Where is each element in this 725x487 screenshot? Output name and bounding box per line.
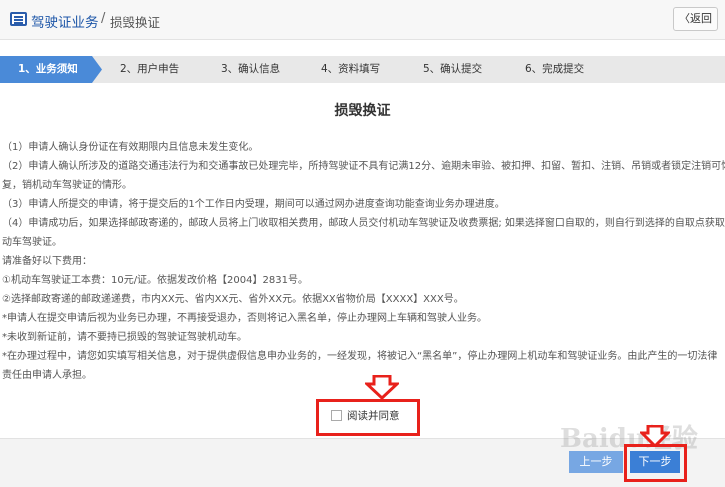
next-highlight: [624, 444, 687, 482]
breadcrumb[interactable]: 损毁换证: [110, 12, 160, 31]
down-arrow-annotation-icon: [640, 425, 670, 447]
notice-line: （4）申请成功后，如果选择邮政寄递的，邮政人员将上门收取相关费用，邮政人员交付机…: [2, 218, 725, 229]
notice-line: *在办理过程中，请您如实填写相关信息，对于提供虚假信息申办业务的，一经发现，将被…: [2, 351, 718, 362]
step-business-notice: 1、业务须知: [18, 63, 78, 75]
progress-steps: 1、业务须知 2、用户申告 3、确认信息 4、资料填写 5、确认提交 6、完成提…: [0, 56, 725, 83]
page-header: 驾驶证业务 / 损毁换证 〈返回: [0, 0, 725, 40]
notice-line: *未收到新证前，请不要持已损毁的驾驶证驾驶机动车。: [2, 332, 247, 343]
agree-checkbox[interactable]: [331, 410, 342, 421]
notice-line: 责任由申请人承担。: [2, 370, 92, 381]
fee-item: ②选择邮政寄递的邮政递递费，市内XX元、省内XX元、省外XX元。依据XX省物价局…: [2, 294, 464, 305]
fee-item: ①机动车驾驶证工本费：10元/证。依据发改价格【2004】2831号。: [2, 275, 308, 286]
notice-line: （2）申请人确认所涉及的道路交通违法行为和交通事故已处理完毕，所持驾驶证不具有记…: [2, 161, 725, 172]
prev-step-button[interactable]: 上一步: [569, 451, 623, 473]
notice-line: （1）申请人确认身份证在有效期限内且信息未发生变化。: [2, 142, 259, 153]
step-finish: 6、完成提交: [525, 63, 585, 75]
step-user-declare: 2、用户申告: [120, 63, 180, 75]
notice-line: 动车驾驶证。: [2, 237, 62, 248]
breadcrumb-separator: /: [101, 11, 106, 26]
menu-list-icon: [10, 12, 27, 26]
document-title: 损毁换证: [334, 103, 391, 119]
notice-line: （3）申请人所提交的申请，将于提交后的1个工作日内受理，期间可以通过网办进度查询…: [2, 199, 505, 210]
fee-heading: 请准备好以下费用：: [2, 256, 92, 267]
step-confirm-submit: 5、确认提交: [423, 63, 483, 75]
notice-line: 复，销机动车驾驶证的情形。: [2, 180, 132, 191]
step-fill-form: 4、资料填写: [321, 63, 381, 75]
back-button[interactable]: 〈返回: [673, 7, 718, 31]
down-arrow-annotation-icon: [365, 375, 399, 399]
agree-highlight: 阅读并同意: [316, 399, 420, 436]
notice-line: *申请人在提交申请后视为业务已办理，不再接受退办，否则将记入黑名单，停止办理网上…: [2, 313, 487, 324]
page-title: 驾驶证业务: [31, 15, 99, 31]
step-confirm-info: 3、确认信息: [221, 63, 281, 75]
agree-label[interactable]: 阅读并同意: [347, 408, 400, 423]
